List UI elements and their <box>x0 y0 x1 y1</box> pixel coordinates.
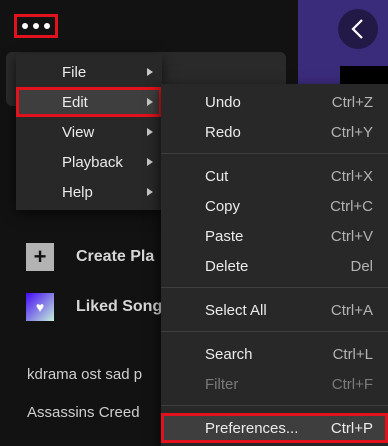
menu-item-copy[interactable]: Copy Ctrl+C <box>161 191 388 221</box>
ellipsis-icon <box>22 23 28 29</box>
sidebar-playlist-item[interactable]: kdrama ost sad p <box>27 366 161 383</box>
menu-item-label: View <box>62 123 95 141</box>
menu-item-label: Cut <box>205 168 229 185</box>
menu-divider <box>161 287 388 288</box>
menu-item-label: Delete <box>205 258 249 275</box>
heart-icon: ♥ <box>26 293 54 321</box>
menu-item-undo[interactable]: Undo Ctrl+Z <box>161 87 388 117</box>
caret-right-icon <box>147 98 153 106</box>
menu-divider <box>161 405 388 406</box>
shortcut-label: Ctrl+C <box>330 198 373 215</box>
menu-item-preferences[interactable]: Preferences... Ctrl+P <box>161 413 388 443</box>
shortcut-label: Ctrl+Z <box>331 94 373 111</box>
menu-item-view[interactable]: View <box>16 117 162 147</box>
menu-item-label: File <box>62 63 87 81</box>
edit-submenu: Undo Ctrl+Z Redo Ctrl+Y Cut Ctrl+X Copy … <box>161 84 388 446</box>
shortcut-label: Ctrl+L <box>332 346 373 363</box>
create-playlist-button[interactable]: + <box>26 243 54 271</box>
menu-item-filter: Filter Ctrl+F <box>161 369 388 399</box>
shortcut-label: Ctrl+F <box>331 376 373 393</box>
menu-item-label: Search <box>205 346 253 363</box>
menu-item-redo[interactable]: Redo Ctrl+Y <box>161 117 388 147</box>
menu-item-label: Edit <box>62 93 88 111</box>
plus-icon: + <box>26 243 54 271</box>
menu-item-cut[interactable]: Cut Ctrl+X <box>161 161 388 191</box>
menu-divider <box>161 153 388 154</box>
shortcut-label: Ctrl+V <box>330 228 373 245</box>
menu-item-label: Paste <box>205 228 244 245</box>
menu-item-help[interactable]: Help <box>16 177 162 207</box>
back-button[interactable] <box>338 9 378 49</box>
menu-item-label: Copy <box>205 198 241 215</box>
menu-item-label: Preferences... <box>205 420 299 437</box>
sidebar-playlist-item[interactable]: Assassins Creed <box>27 404 161 421</box>
menu-item-file[interactable]: File <box>16 57 162 87</box>
shortcut-label: Ctrl+Y <box>330 124 373 141</box>
caret-right-icon <box>147 68 153 76</box>
liked-songs-button[interactable]: ♥ <box>26 293 54 321</box>
menu-item-label: Redo <box>205 124 241 141</box>
menu-item-label: Select All <box>205 302 267 319</box>
menu-item-playback[interactable]: Playback <box>16 147 162 177</box>
menu-item-edit[interactable]: Edit <box>16 87 162 117</box>
shortcut-label: Ctrl+X <box>330 168 373 185</box>
caret-right-icon <box>147 158 153 166</box>
shortcut-label: Del <box>350 258 373 275</box>
menu-item-search[interactable]: Search Ctrl+L <box>161 339 388 369</box>
chevron-left-icon <box>351 19 363 39</box>
liked-songs-label[interactable]: Liked Song <box>76 298 162 316</box>
menu-item-label: Undo <box>205 94 241 111</box>
menu-item-label: Playback <box>62 153 123 171</box>
caret-right-icon <box>147 188 153 196</box>
caret-right-icon <box>147 128 153 136</box>
menu-item-select-all[interactable]: Select All Ctrl+A <box>161 295 388 325</box>
menu-item-delete[interactable]: Delete Del <box>161 251 388 281</box>
shortcut-label: Ctrl+P <box>330 420 373 437</box>
main-menu: File Edit View Playback Help <box>16 54 162 210</box>
menu-divider <box>161 331 388 332</box>
menu-item-paste[interactable]: Paste Ctrl+V <box>161 221 388 251</box>
create-playlist-label[interactable]: Create Pla <box>76 248 162 266</box>
menu-item-label: Help <box>62 183 93 201</box>
more-options-button[interactable] <box>14 14 58 38</box>
menu-item-label: Filter <box>205 376 239 393</box>
shortcut-label: Ctrl+A <box>330 302 373 319</box>
